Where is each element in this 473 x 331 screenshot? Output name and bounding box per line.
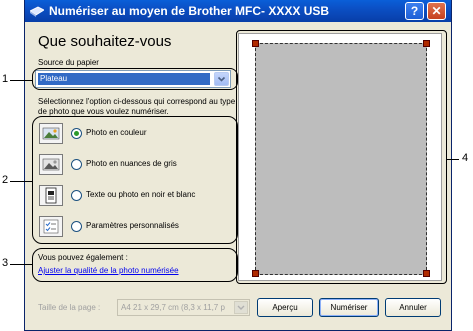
instruction-text: Sélectionnez l'option ci-dessous qui cor… [38,97,236,116]
callout-leader-1 [10,80,32,81]
callout-number-3: 3 [2,257,9,269]
paper-source-label: Source du papier [38,58,99,67]
callout-leader-3 [10,264,32,265]
callout-leader-2 [10,181,32,182]
help-button[interactable]: ? [405,2,424,20]
page-size-select[interactable]: A4 21 x 29,7 cm (8,3 x 11,7 p [117,299,250,316]
scanner-icon [30,6,44,17]
page-size-label: Taille de la page : [38,303,101,312]
page-size-value: A4 21 x 29,7 cm (8,3 x 11,7 p [121,303,225,312]
callout-ring-4 [236,30,447,284]
callout-leader-4 [447,159,459,160]
callout-ring-1 [32,68,238,90]
page-title: Que souhaitez-vous [38,33,172,50]
preview-button[interactable]: Aperçu [257,298,313,317]
callout-number-4: 4 [462,152,469,164]
title-bar[interactable]: Numériser au moyen de Brother MFC- XXXX … [25,0,451,22]
scan-button[interactable]: Numériser [319,298,379,317]
window-title: Numériser au moyen de Brother MFC- XXXX … [49,4,330,18]
callout-number-1: 1 [2,73,9,85]
page-size-dropdown-arrow[interactable] [234,301,248,314]
cancel-button[interactable]: Annuler [385,298,441,317]
callout-ring-2 [32,116,238,244]
close-button[interactable]: ✕ [427,2,446,20]
callout-number-2: 2 [2,174,9,186]
callout-ring-3 [32,248,238,282]
stage: Numériser au moyen de Brother MFC- XXXX … [0,0,473,331]
chevron-down-icon [237,305,245,310]
